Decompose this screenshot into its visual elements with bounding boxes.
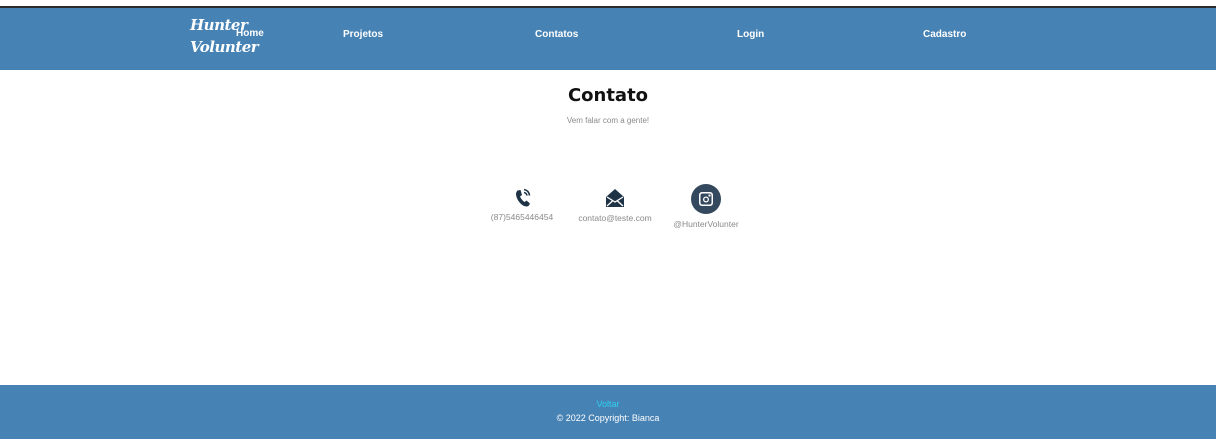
nav-home[interactable]: Home (236, 28, 264, 39)
phone-icon (516, 188, 531, 207)
phone-label: (87)5465446454 (490, 212, 554, 222)
page-title: Contato (567, 85, 649, 106)
navbar: Hunter Volunter Home Projetos Contatos L… (0, 8, 1216, 70)
footer: Voltar © 2022 Copyright: Bianca (0, 385, 1216, 439)
back-link[interactable]: Voltar (0, 399, 1216, 409)
contact-email[interactable]: contato@teste.com (573, 186, 657, 223)
nav-projetos[interactable]: Projetos (343, 29, 383, 40)
brand-line-2: Volunter (190, 38, 259, 56)
envelope-icon (606, 189, 624, 207)
page-subtitle: Vem falar com a gente! (566, 116, 650, 125)
contact-phone[interactable]: (87)5465446454 (484, 186, 560, 222)
instagram-icon (691, 184, 721, 214)
copyright-text: © 2022 Copyright: Bianca (556, 413, 660, 423)
instagram-label: @HunterVolunter (673, 219, 739, 229)
nav-login[interactable]: Login (737, 29, 764, 40)
window-top-border (0, 0, 1216, 8)
email-label: contato@teste.com (578, 213, 652, 223)
nav-cadastro[interactable]: Cadastro (923, 29, 966, 40)
contact-instagram[interactable]: @HunterVolunter (666, 184, 746, 229)
nav-contatos[interactable]: Contatos (535, 29, 578, 40)
